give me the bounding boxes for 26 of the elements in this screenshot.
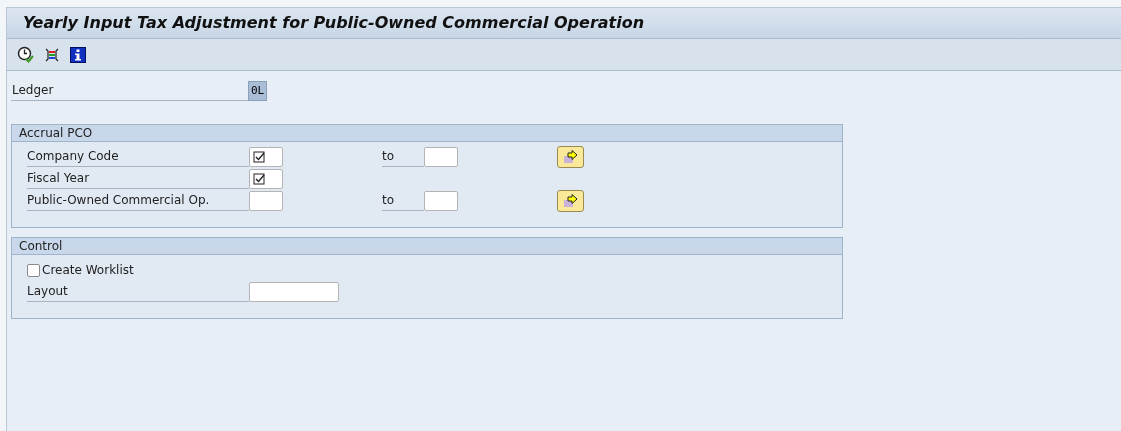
multiple-selection-button[interactable] <box>557 146 584 168</box>
layout-icon[interactable] <box>44 46 60 63</box>
ledger-field[interactable]: 0L <box>248 81 268 101</box>
input-field[interactable] <box>249 147 283 167</box>
info-icon[interactable] <box>70 46 86 63</box>
required-icon <box>253 173 265 185</box>
arrow-icon <box>562 150 579 164</box>
checkbox-label: Create Worklist <box>42 262 134 279</box>
multiple-selection-button[interactable] <box>557 190 584 212</box>
arrow-icon <box>562 194 579 208</box>
field-label: Fiscal Year <box>27 169 249 189</box>
clock-icon[interactable] <box>17 46 34 63</box>
field-label: Company Code <box>27 147 249 167</box>
group-title: Accrual PCO <box>19 125 93 142</box>
required-icon <box>253 151 265 163</box>
window-title: Yearly Input Tax Adjustment for Public-Owned Commercial Operation <box>23 12 645 34</box>
field-label: Layout <box>27 282 249 302</box>
input-field[interactable] <box>249 191 283 211</box>
input-field[interactable] <box>424 147 458 167</box>
input-field[interactable] <box>424 191 458 211</box>
input-field[interactable] <box>249 169 283 189</box>
group-title: Control <box>19 238 63 255</box>
field-label: Public-Owned Commercial Op. <box>27 191 249 211</box>
field-label: Ledger <box>11 81 248 101</box>
input-field[interactable] <box>249 282 339 302</box>
checkbox[interactable] <box>27 263 40 277</box>
